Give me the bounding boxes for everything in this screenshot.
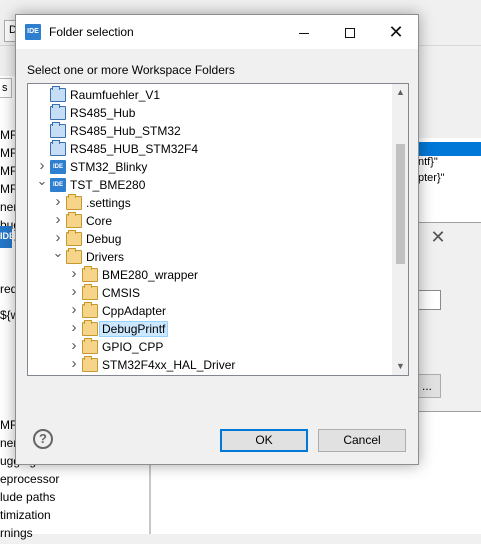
folder-icon <box>66 194 82 210</box>
dialog-prompt: Select one or more Workspace Folders <box>27 63 235 77</box>
folder-tree[interactable]: Raumfuehler_V1 RS485_Hub RS485_Hub_STM32 RS… <box>27 83 409 376</box>
tree-item[interactable]: › DebugPrintf <box>28 320 390 338</box>
vertical-scrollbar[interactable]: ▲ ▼ <box>392 84 408 375</box>
chevron-right-icon[interactable]: › <box>52 212 64 227</box>
tree-item-label: RS485_Hub_STM32 <box>70 124 181 138</box>
ok-button[interactable]: OK <box>220 429 308 452</box>
tree-item-label: CMSIS <box>102 286 141 300</box>
explorer-tab[interactable]: s <box>0 78 12 98</box>
tree-item[interactable]: › Core <box>28 212 390 230</box>
background-text: pter}" <box>418 172 445 184</box>
chevron-right-icon[interactable]: › <box>68 302 80 317</box>
tree-item-label: Core <box>86 214 113 228</box>
tree-item-label: STM32_Blinky <box>70 160 148 174</box>
folder-icon <box>82 266 98 282</box>
background-text: ntf}" <box>418 156 438 168</box>
dialog-titlebar[interactable]: IDE Folder selection ✕ <box>16 15 418 49</box>
minimize-icon <box>299 32 309 34</box>
tree-item[interactable]: › BME280_wrapper <box>28 266 390 284</box>
tree-item-label: GPIO_CPP <box>102 340 164 354</box>
tree-item-label: CppAdapter <box>102 304 167 318</box>
close-button[interactable]: ✕ <box>373 15 419 49</box>
project-folder-icon <box>50 140 66 156</box>
folder-icon <box>66 212 82 228</box>
tree-item[interactable]: › STM32F4xx_HAL_Driver <box>28 356 390 374</box>
settings-item[interactable]: eprocessor <box>0 472 59 490</box>
tree-item[interactable]: › IDE STM32_Blinky <box>28 158 390 176</box>
folder-icon <box>82 338 98 354</box>
project-folder-icon <box>50 104 66 120</box>
tree-item-label: TST_BME280 <box>70 178 146 192</box>
folder-icon <box>66 248 82 264</box>
ide-icon: IDE <box>0 226 15 248</box>
chevron-right-icon[interactable]: › <box>52 230 64 245</box>
project-folder-icon <box>50 122 66 138</box>
tree-item[interactable]: › .settings <box>28 194 390 212</box>
ide-project-icon: IDE <box>50 160 66 174</box>
folder-icon <box>82 356 98 372</box>
ide-project-icon: IDE <box>50 178 66 192</box>
tree-item-label: Debug <box>86 232 122 246</box>
tree-item[interactable]: RS485_Hub <box>28 104 390 122</box>
tree-item-label: .settings <box>86 196 131 210</box>
folder-icon <box>66 230 82 246</box>
chevron-down-icon[interactable]: ⌄ <box>36 174 48 191</box>
minimize-button[interactable] <box>281 15 327 49</box>
folder-icon <box>82 320 98 336</box>
chevron-right-icon[interactable]: › <box>68 320 80 335</box>
scroll-up-icon[interactable]: ▲ <box>392 84 408 101</box>
cancel-button[interactable]: Cancel <box>318 429 406 452</box>
chevron-right-icon[interactable]: › <box>68 266 80 281</box>
tree-item-label: STM32F4xx_HAL_Driver <box>102 358 236 372</box>
tree-item[interactable]: › GPIO_CPP <box>28 338 390 356</box>
settings-item[interactable]: lude paths <box>0 490 59 508</box>
tree-item[interactable]: ⌄ Drivers <box>28 246 390 266</box>
close-icon[interactable]: ✕ <box>428 227 448 247</box>
chevron-down-icon[interactable]: ⌄ <box>52 246 64 263</box>
chevron-right-icon[interactable]: › <box>68 338 80 353</box>
tree-item-label: Drivers <box>86 250 124 264</box>
scroll-down-icon[interactable]: ▼ <box>392 358 408 375</box>
tree-item-label: DebugPrintf <box>98 321 169 337</box>
tree-item[interactable]: RS485_HUB_STM32F4 <box>28 140 390 158</box>
background-input[interactable] <box>418 290 441 310</box>
project-folder-icon <box>50 86 66 102</box>
tree-item[interactable]: RS485_Hub_STM32 <box>28 122 390 140</box>
folder-icon <box>82 284 98 300</box>
tree-item-label: BME280_wrapper <box>102 268 199 282</box>
folder-selection-dialog: IDE Folder selection ✕ Select one or mor… <box>15 14 419 465</box>
tree-item[interactable]: › CppAdapter <box>28 302 390 320</box>
close-icon: ✕ <box>388 22 404 42</box>
tree-item[interactable]: Raumfuehler_V1 <box>28 86 390 104</box>
folder-icon <box>82 302 98 318</box>
maximize-icon <box>345 28 355 39</box>
dialog-title: Folder selection <box>49 25 134 39</box>
chevron-right-icon[interactable]: › <box>52 194 64 209</box>
tree-item-label: RS485_Hub <box>70 106 136 120</box>
settings-item[interactable]: timization <box>0 508 59 526</box>
tree-item[interactable]: › Debug <box>28 230 390 248</box>
tree-item[interactable]: › CMSIS <box>28 284 390 302</box>
ide-icon: IDE <box>25 24 41 40</box>
chevron-right-icon[interactable]: › <box>68 284 80 299</box>
help-icon[interactable]: ? <box>33 429 53 449</box>
settings-item[interactable]: rnings <box>0 526 59 544</box>
maximize-button[interactable] <box>327 15 373 49</box>
tree-item-label: Raumfuehler_V1 <box>70 88 161 102</box>
chevron-right-icon[interactable]: › <box>68 356 80 371</box>
scrollbar-thumb[interactable] <box>396 144 405 264</box>
tree-item-label: RS485_HUB_STM32F4 <box>70 142 199 156</box>
chevron-right-icon[interactable]: › <box>36 158 48 173</box>
tree-item[interactable]: ⌄ IDE TST_BME280 <box>28 174 390 194</box>
